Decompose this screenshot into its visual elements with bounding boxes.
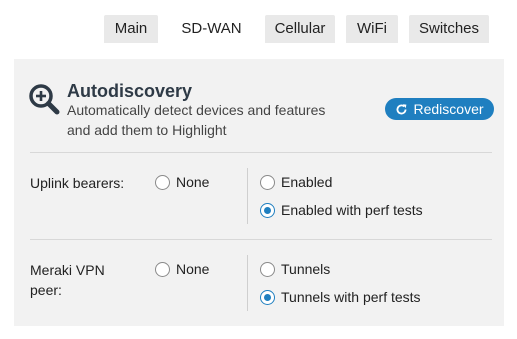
radio-label: Tunnels [281, 261, 331, 277]
magnifier-plus-icon [29, 84, 60, 115]
radio-circle-checked [260, 202, 275, 218]
tab-sd-wan[interactable]: SD-WAN [170, 15, 253, 43]
vpn-tunnels-radio[interactable]: Tunnels [260, 261, 330, 277]
radio-label: None [176, 174, 210, 190]
radio-circle-checked [260, 289, 275, 305]
uplink-enabled-perf-radio[interactable]: Enabled with perf tests [260, 202, 423, 218]
rediscover-button[interactable]: Rediscover [385, 98, 494, 120]
tab-main[interactable]: Main [104, 15, 158, 43]
rediscover-label: Rediscover [413, 101, 484, 117]
description-line: and add them to Highlight [67, 122, 227, 138]
divider [30, 239, 492, 240]
uplink-none-radio[interactable]: None [155, 174, 209, 190]
vpn-peer-label-line: peer: [30, 282, 62, 298]
radio-label: Tunnels with perf tests [281, 289, 421, 305]
tab-cellular[interactable]: Cellular [265, 15, 335, 43]
radio-label: Enabled [281, 174, 333, 190]
autodiscovery-title: Autodiscovery [67, 81, 193, 101]
vpn-peer-label-line: Meraki VPN [30, 262, 105, 278]
radio-label: Enabled with perf tests [281, 202, 423, 218]
refresh-icon [397, 103, 407, 114]
radio-label: None [176, 261, 210, 277]
vpn-tunnels-perf-radio[interactable]: Tunnels with perf tests [260, 289, 421, 305]
radio-circle [155, 174, 170, 190]
radio-circle [260, 174, 275, 190]
uplink-enabled-radio[interactable]: Enabled [260, 174, 332, 190]
vertical-divider [247, 168, 248, 224]
uplink-bearers-label: Uplink bearers: [30, 175, 125, 191]
vpn-peer-label: Meraki VPN peer: [30, 260, 105, 300]
divider [30, 152, 492, 153]
tab-switches[interactable]: Switches [409, 15, 489, 43]
tab-wifi[interactable]: WiFi [346, 15, 398, 43]
description-line: Automatically detect devices and feature… [67, 102, 326, 118]
vertical-divider [247, 255, 248, 311]
radio-circle [260, 261, 275, 277]
autodiscovery-description: Automatically detect devices and feature… [67, 100, 347, 140]
vpn-none-radio[interactable]: None [155, 261, 209, 277]
radio-circle [155, 261, 170, 277]
